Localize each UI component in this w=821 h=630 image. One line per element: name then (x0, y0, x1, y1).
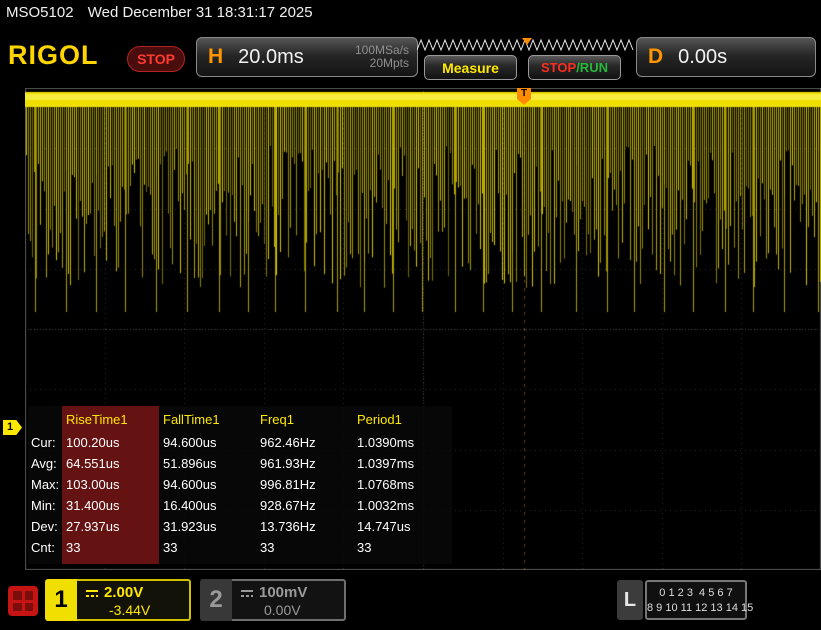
datetime: Wed December 31 18:31:17 2025 (87, 4, 313, 21)
channel2-scale: 100mV (259, 584, 308, 601)
menu-grid-icon[interactable] (8, 586, 38, 616)
channel1-values: 2.00V -3.44V (77, 579, 191, 621)
measurement-row-label: Dev: (31, 519, 58, 534)
trigger-arrow-icon (517, 99, 531, 105)
delay-panel[interactable]: D 0.00s (636, 37, 816, 77)
measurement-value: 64.551us (66, 456, 120, 471)
overview-waveform-icon (416, 38, 634, 52)
horizontal-label: H (208, 45, 224, 68)
measurement-row-label: Min: (31, 498, 56, 513)
timebase-value: 20.0ms (238, 45, 304, 68)
channel2-status-box[interactable]: 2 100mV 0.00V (200, 579, 346, 621)
measurement-panel: RiseTime1 FallTime1 Freq1 Period1 Cur: 1… (28, 406, 452, 564)
run-label: /RUN (576, 60, 608, 75)
model-name: MSO5102 (6, 4, 74, 21)
horizontal-timebase-panel[interactable]: H 20.0ms 100MSa/s 20Mpts (196, 37, 418, 77)
digital-channels-row1: 0 1 2 3 4 5 6 7 (659, 587, 733, 599)
measurement-value: 996.81Hz (260, 477, 316, 492)
measurement-value: 33 (163, 540, 178, 555)
measurement-value: 1.0032ms (357, 498, 415, 513)
measurement-value: 1.0397ms (357, 456, 415, 471)
measurement-value: 1.0390ms (357, 435, 415, 450)
channel1-status-box[interactable]: 1 2.00V -3.44V (45, 579, 191, 621)
channel1-level-marker[interactable]: 1 (3, 420, 22, 435)
digital-channels-status-box[interactable]: L 0 1 2 3 4 5 6 7 8 9 10 11 12 13 14 15 (617, 580, 754, 620)
memory-depth: 20Mpts (369, 56, 409, 70)
measurement-value: 94.600us (163, 477, 217, 492)
measurement-row-label: Cnt: (31, 540, 55, 555)
measurement-value: 33 (357, 540, 372, 555)
channel2-number[interactable]: 2 (200, 579, 232, 621)
measurement-value: 103.00us (66, 477, 120, 492)
measurement-value: 31.923us (163, 519, 217, 534)
measurement-column-risetime[interactable]: RiseTime1 (62, 408, 159, 432)
measurement-value: 961.93Hz (260, 456, 316, 471)
measurement-table: RiseTime1 FallTime1 Freq1 Period1 Cur: 1… (28, 406, 452, 558)
measure-button[interactable]: Measure (424, 55, 517, 80)
measurement-value: 94.600us (163, 435, 217, 450)
measurement-row-label: Cur: (31, 435, 56, 450)
oscilloscope-screen: MSO5102 Wed December 31 18:31:17 2025 RI… (0, 0, 821, 630)
stop-run-button[interactable]: STOP/RUN (528, 55, 621, 80)
measurement-value: 16.400us (163, 498, 217, 513)
measurement-column-falltime[interactable]: FallTime1 (159, 408, 256, 432)
measurement-value: 27.937us (66, 519, 120, 534)
delay-value: 0.00s (678, 45, 728, 68)
measurement-value: 928.67Hz (260, 498, 316, 513)
measurement-value: 1.0768ms (357, 477, 415, 492)
measurement-row-label: Avg: (31, 456, 57, 471)
channel1-offset: -3.44V (109, 602, 151, 618)
digital-channels-row2: 8 9 10 11 12 13 14 15 (647, 602, 754, 614)
stop-label: STOP (541, 60, 577, 75)
digital-channel-list: 0 1 2 3 4 5 6 7 8 9 10 11 12 13 14 15 (645, 580, 754, 620)
acquisition-info: 100MSa/s 20Mpts (355, 44, 409, 70)
measurement-value: 51.896us (163, 456, 217, 471)
measurement-value: 14.747us (357, 519, 411, 534)
dc-coupling-icon (241, 589, 253, 597)
channel2-offset: 0.00V (264, 602, 301, 618)
channel1-scale: 2.00V (104, 584, 144, 601)
trigger-position-marker[interactable]: T (517, 88, 531, 105)
memory-overview-strip[interactable] (416, 38, 635, 52)
measurement-column-freq[interactable]: Freq1 (256, 408, 353, 432)
delay-label: D (648, 45, 664, 68)
measurement-value: 962.46Hz (260, 435, 316, 450)
status-bar: MSO5102 Wed December 31 18:31:17 2025 (6, 4, 313, 21)
channel1-number[interactable]: 1 (45, 579, 77, 621)
measurement-value: 100.20us (66, 435, 120, 450)
measurement-value: 33 (66, 540, 81, 555)
measurement-row-label: Max: (31, 477, 60, 492)
logic-analyzer-label[interactable]: L (617, 580, 643, 620)
measurement-column-period[interactable]: Period1 (353, 408, 450, 432)
acquisition-state-badge: STOP (127, 46, 185, 72)
trigger-t-icon: T (517, 88, 531, 99)
dc-coupling-icon (86, 589, 98, 597)
measurement-value: 33 (260, 540, 275, 555)
measurement-value: 31.400us (66, 498, 120, 513)
measurement-value: 13.736Hz (260, 519, 316, 534)
channel2-values: 100mV 0.00V (232, 579, 346, 621)
rigol-logo: RIGOL (8, 40, 99, 70)
measurement-corner (28, 408, 62, 432)
